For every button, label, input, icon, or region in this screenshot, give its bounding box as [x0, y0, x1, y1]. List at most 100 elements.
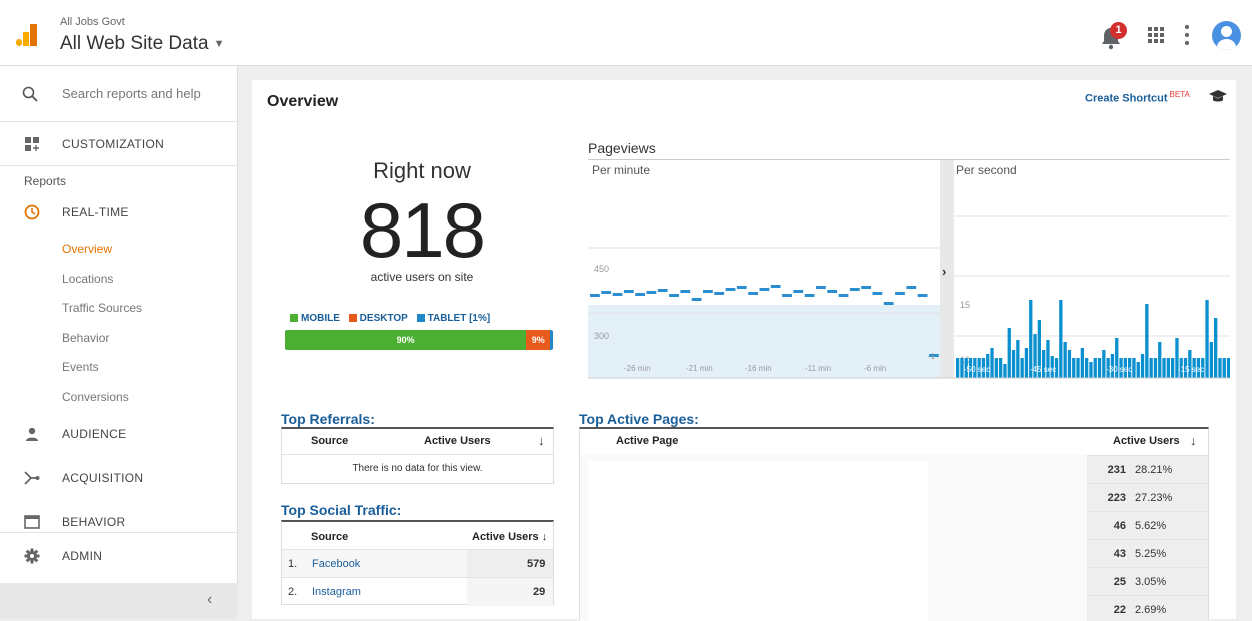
- apps-button[interactable]: [1148, 27, 1164, 43]
- apps-grid-icon: [1148, 27, 1164, 43]
- sidebar: Search reports and help CUSTOMIZATION Re…: [0, 66, 238, 619]
- sidebar-item-traffic-sources[interactable]: Traffic Sources: [62, 301, 142, 315]
- avatar[interactable]: [1212, 21, 1241, 50]
- sidebar-item-admin[interactable]: ADMIN: [0, 536, 238, 576]
- redacted-pages: [588, 461, 928, 621]
- second-bar: [1158, 342, 1162, 378]
- second-bar: [1166, 358, 1170, 378]
- tablet-swatch: [416, 314, 425, 322]
- mobile-swatch: [290, 314, 298, 322]
- tablet-segment: [550, 330, 553, 350]
- minute-step: [827, 290, 838, 293]
- divider: [0, 165, 238, 166]
- second-bar: [956, 358, 960, 378]
- sidebar-item-customization[interactable]: CUSTOMIZATION: [0, 124, 238, 164]
- x-tick: -45 sec: [1030, 365, 1056, 374]
- users-value: 43: [1113, 548, 1126, 560]
- second-bar: [1067, 350, 1072, 378]
- page-title: Overview: [267, 93, 339, 110]
- users-value: 231: [1107, 464, 1126, 476]
- x-tick: -26 min: [624, 364, 651, 373]
- x-tick: -11 min: [805, 364, 831, 373]
- second-bar: [1145, 304, 1149, 378]
- col-active-users[interactable]: Active Users: [1113, 435, 1180, 447]
- x-tick: -15 sec: [1178, 365, 1204, 374]
- table-row[interactable]: 43 5.25%: [1087, 539, 1208, 567]
- table-row[interactable]: 231 28.21%: [1087, 455, 1208, 483]
- pageviews-chart: 450 300 150 -26 min -21 min -16 min -11 …: [588, 160, 1230, 379]
- second-bar: [990, 348, 994, 378]
- second-bar: [1007, 328, 1011, 378]
- users-percent: 2.69%: [1135, 604, 1167, 616]
- users-value: 46: [1113, 520, 1126, 532]
- collapse-sidebar-button[interactable]: ‹: [0, 583, 238, 619]
- table-row[interactable]: 46 5.62%: [1087, 511, 1208, 539]
- minute-step: [804, 294, 815, 297]
- sidebar-item-locations[interactable]: Locations: [62, 272, 113, 286]
- source-link[interactable]: Facebook: [312, 558, 360, 570]
- second-bar: [994, 358, 998, 378]
- minute-step: [623, 290, 634, 293]
- second-bar: [1218, 358, 1222, 378]
- desktop-segment: 9%: [526, 330, 551, 350]
- second-bar: [1153, 358, 1158, 378]
- sidebar-item-behavior-rt[interactable]: Behavior: [62, 331, 109, 345]
- second-bar: [1016, 340, 1020, 378]
- x-tick: -50 sec: [964, 365, 990, 374]
- minute-step: [590, 294, 600, 297]
- notifications-button[interactable]: 1: [1100, 22, 1130, 50]
- legend-tablet: TABLET [1%]: [427, 313, 491, 324]
- table-row[interactable]: 2. Instagram 29: [282, 577, 553, 606]
- top-pages-title: Top Active Pages:: [579, 411, 699, 427]
- col-active-users[interactable]: Active Users ↓: [472, 531, 547, 543]
- users-percent: 27.23%: [1135, 492, 1173, 504]
- table-row[interactable]: 22 2.69%: [1087, 595, 1208, 621]
- search-icon: [22, 86, 38, 102]
- y-tick-300: 300: [594, 331, 609, 341]
- top-pages-table: Active Page Active Users ↓ 231 28.21% 22…: [579, 427, 1209, 621]
- sort-down-icon[interactable]: ↓: [538, 433, 545, 448]
- second-bar: [999, 358, 1003, 378]
- col-active-page: Active Page: [616, 435, 679, 447]
- sidebar-item-audience[interactable]: AUDIENCE: [0, 414, 238, 454]
- minute-step: [849, 288, 860, 291]
- second-bar: [1132, 358, 1136, 378]
- mobile-segment: 90%: [285, 330, 527, 350]
- second-bar: [1171, 358, 1175, 378]
- second-bar: [1063, 342, 1067, 378]
- sidebar-item-acquisition[interactable]: ACQUISITION: [0, 458, 238, 498]
- source-link[interactable]: Instagram: [312, 586, 361, 598]
- table-row[interactable]: 1. Facebook 579: [282, 549, 553, 578]
- search-bar[interactable]: Search reports and help: [0, 66, 238, 122]
- graduation-cap-icon[interactable]: [1208, 88, 1228, 104]
- more-options-icon[interactable]: [1184, 25, 1190, 45]
- users-value: 223: [1107, 492, 1126, 504]
- col-source: Source: [311, 531, 349, 543]
- view-name: All Web Site Data: [60, 33, 209, 54]
- notification-badge: 1: [1110, 22, 1127, 39]
- minute-step: [906, 286, 917, 289]
- view-selector[interactable]: All Web Site Data ▼: [60, 33, 224, 55]
- second-bar: [1162, 358, 1166, 378]
- person-icon: [26, 427, 38, 441]
- sidebar-item-overview[interactable]: Overview: [62, 242, 112, 256]
- second-bar: [1059, 300, 1063, 378]
- users-value: 22: [1113, 604, 1126, 616]
- table-row[interactable]: 223 27.23%: [1087, 483, 1208, 511]
- search-input[interactable]: Search reports and help: [62, 86, 201, 101]
- col-active-users[interactable]: Active Users: [424, 435, 491, 447]
- sort-down-icon[interactable]: ↓: [1190, 433, 1197, 448]
- minute-step: [748, 292, 758, 295]
- minute-step: [883, 302, 894, 305]
- users-percent: 3.05%: [1135, 576, 1167, 588]
- analytics-logo-icon[interactable]: [16, 24, 38, 46]
- table-row[interactable]: 25 3.05%: [1087, 567, 1208, 595]
- reports-heading: Reports: [24, 174, 67, 188]
- sidebar-item-realtime[interactable]: REAL-TIME: [0, 192, 238, 232]
- second-bar: [1222, 358, 1226, 378]
- create-shortcut-link[interactable]: Create Shortcut BETA: [1085, 90, 1190, 105]
- chevron-down-icon: ▼: [213, 37, 225, 50]
- sidebar-item-conversions[interactable]: Conversions: [62, 390, 129, 404]
- sidebar-item-events[interactable]: Events: [62, 360, 99, 374]
- second-bar: [1149, 358, 1153, 378]
